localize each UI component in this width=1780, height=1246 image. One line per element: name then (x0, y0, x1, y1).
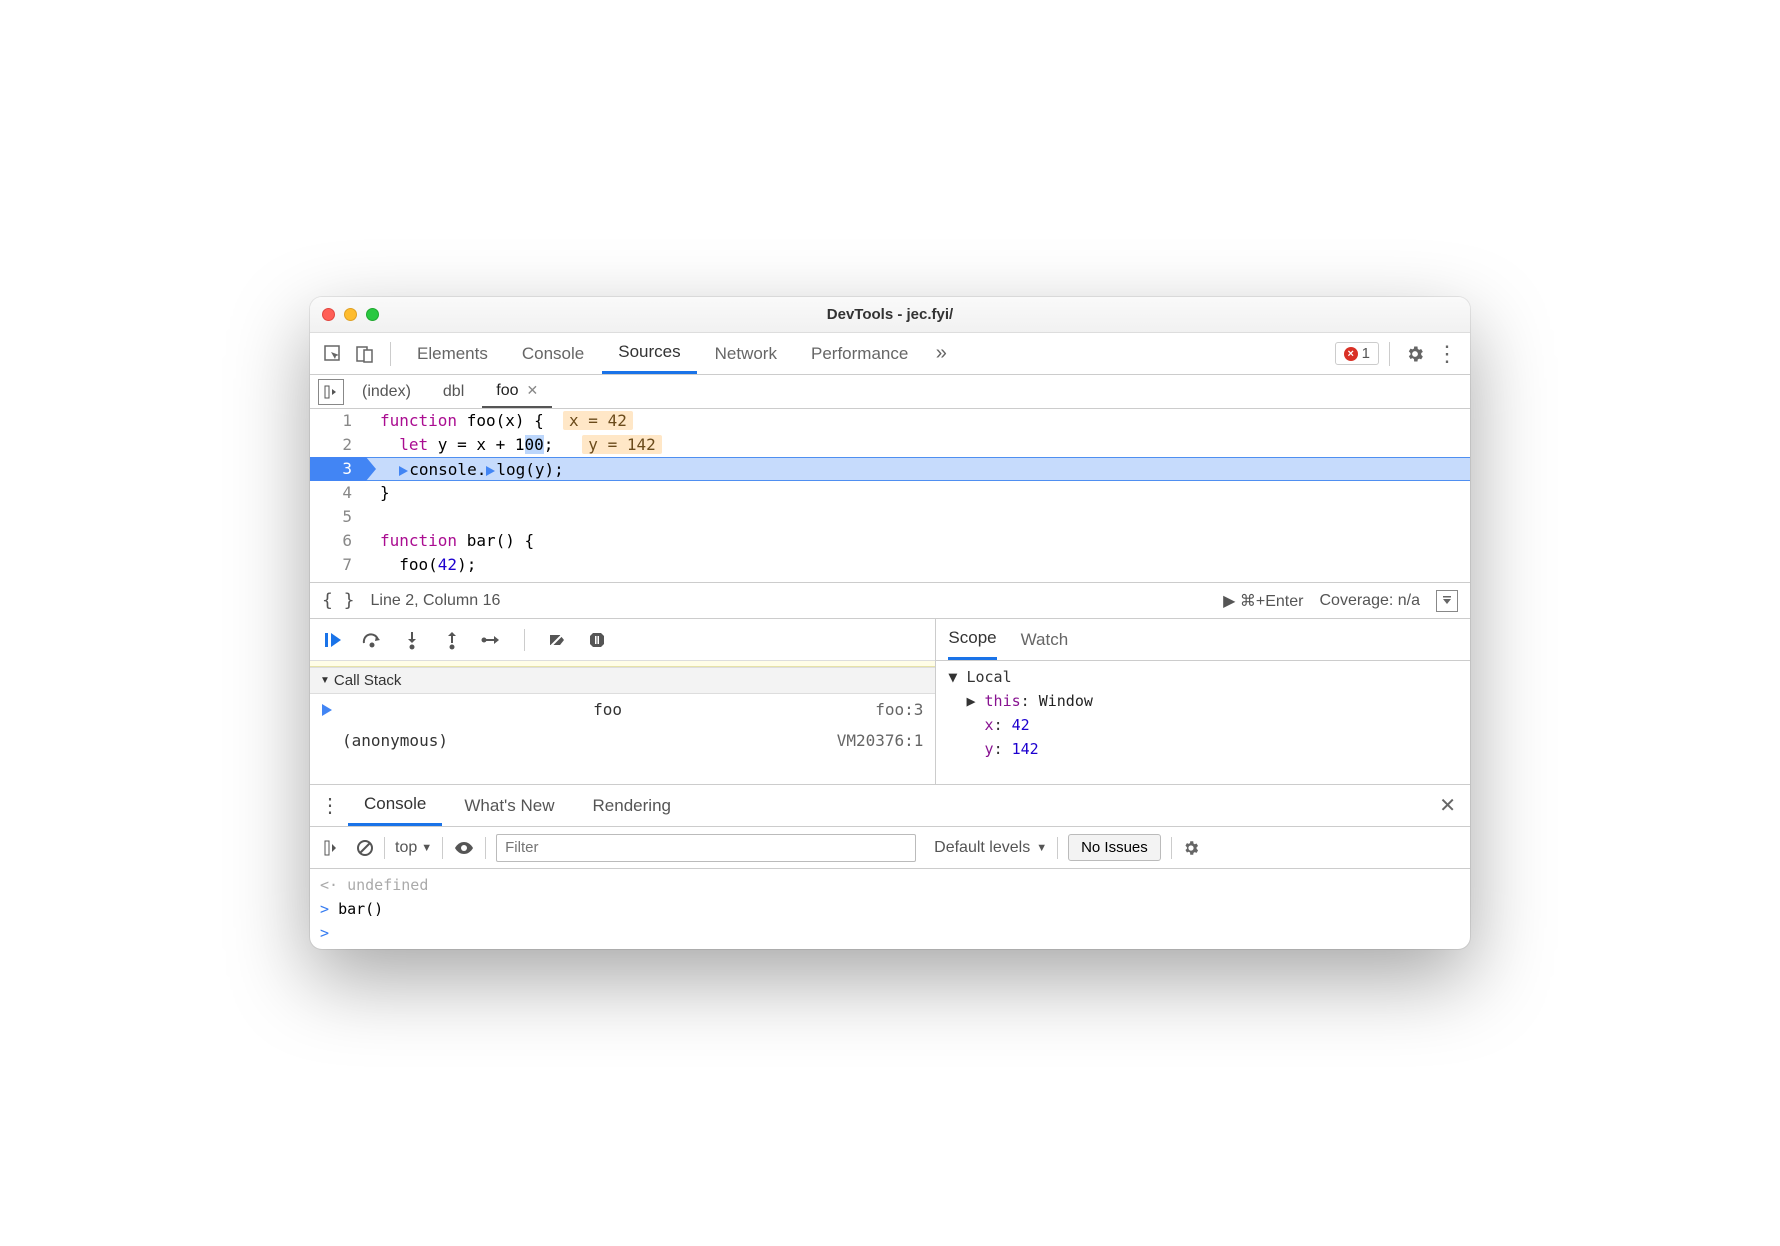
close-file-tab-icon[interactable]: ✕ (527, 382, 539, 399)
pause-on-exceptions-icon[interactable] (585, 628, 609, 652)
error-icon: × (1344, 347, 1358, 361)
line-number[interactable]: 1 (310, 409, 366, 433)
file-tab-index[interactable]: (index) (348, 375, 425, 408)
execution-context-selector[interactable]: top ▼ (395, 839, 432, 857)
tab-elements[interactable]: Elements (401, 333, 504, 374)
main-tabbar: Elements Console Sources Network Perform… (310, 333, 1470, 375)
device-toggle-icon[interactable] (350, 339, 380, 369)
tab-network[interactable]: Network (699, 333, 793, 374)
live-expression-icon[interactable] (453, 840, 475, 856)
tab-scope[interactable]: Scope (948, 619, 996, 660)
console-prompt[interactable]: > (320, 921, 1460, 945)
tab-console[interactable]: Console (506, 333, 600, 374)
step-into-icon[interactable] (400, 628, 424, 652)
step-marker-icon (399, 466, 408, 476)
devtools-window: DevTools - jec.fyi/ Elements Console Sou… (310, 297, 1470, 949)
drawer-tab-whats-new[interactable]: What's New (448, 785, 570, 826)
line-number[interactable]: 6 (310, 529, 366, 553)
inline-value-hint: x = 42 (563, 411, 633, 430)
call-stack-frame[interactable]: (anonymous) VM20376:1 (310, 725, 935, 756)
error-count: 1 (1362, 345, 1370, 362)
step-out-icon[interactable] (440, 628, 464, 652)
window-title: DevTools - jec.fyi/ (310, 306, 1470, 323)
file-tab-foo[interactable]: foo ✕ (482, 375, 552, 408)
file-tabbar: (index) dbl foo ✕ (310, 375, 1470, 409)
scope-watch-tabs: Scope Watch (936, 619, 1470, 661)
scope-variables: ▼ Local ▶ this: Window x: 42 y: 142 (936, 661, 1470, 765)
code-line (366, 505, 1470, 529)
step-marker-icon (486, 466, 495, 476)
tab-sources[interactable]: Sources (602, 333, 696, 374)
code-line-execution: console.log(y); (366, 457, 1470, 481)
step-icon[interactable] (480, 628, 504, 652)
kebab-menu-icon[interactable]: ⋮ (1432, 339, 1462, 369)
titlebar: DevTools - jec.fyi/ (310, 297, 1470, 333)
scope-variable[interactable]: ▶ this: Window (948, 689, 1458, 713)
scope-variable[interactable]: x: 42 (948, 713, 1458, 737)
show-navigator-icon[interactable] (318, 379, 344, 405)
code-line: } (366, 481, 1470, 505)
toggle-console-sidebar-icon[interactable] (320, 835, 346, 861)
call-stack-header[interactable]: ▼ Call Stack (310, 667, 935, 694)
tab-performance[interactable]: Performance (795, 333, 924, 374)
tab-watch[interactable]: Watch (1021, 619, 1069, 660)
code-line: let y = x + 100; y = 142 (366, 433, 1470, 457)
line-number[interactable]: 4 (310, 481, 366, 505)
code-editor[interactable]: 1 function foo(x) { x = 42 2 let y = x +… (310, 409, 1470, 583)
drawer-tabbar: ⋮ Console What's New Rendering ✕ (310, 785, 1470, 827)
close-drawer-icon[interactable]: ✕ (1433, 793, 1462, 818)
resume-icon[interactable] (320, 628, 344, 652)
console-line: <· undefined (320, 873, 1460, 897)
scope-variable[interactable]: y: 142 (948, 737, 1458, 761)
call-stack-frame[interactable]: foo foo:3 (310, 694, 935, 725)
console-output[interactable]: <· undefined > bar() > (310, 869, 1470, 949)
console-line: > bar() (320, 897, 1460, 921)
collapse-icon: ▼ (320, 675, 330, 686)
inline-value-hint: y = 142 (582, 435, 661, 454)
console-filter-input[interactable] (496, 834, 916, 862)
cursor-position: Line 2, Column 16 (371, 592, 501, 610)
coverage-status: Coverage: n/a (1319, 592, 1420, 610)
error-count-badge[interactable]: × 1 (1335, 342, 1379, 365)
log-levels-selector[interactable]: Default levels ▼ (934, 839, 1047, 857)
debugger-toolbar (310, 619, 935, 661)
settings-icon[interactable] (1400, 339, 1430, 369)
step-over-icon[interactable] (360, 628, 384, 652)
console-toolbar: top ▼ Default levels ▼ No Issues (310, 827, 1470, 869)
line-number[interactable]: 7 (310, 553, 366, 577)
run-snippet-button[interactable]: ▶ ⌘+Enter (1223, 591, 1303, 611)
console-settings-icon[interactable] (1182, 839, 1200, 857)
debugger-pane: ▼ Call Stack foo foo:3 (anonymous) VM203… (310, 619, 1470, 785)
issues-button[interactable]: No Issues (1068, 834, 1161, 861)
code-line: function bar() { (366, 529, 1470, 553)
coverage-dropdown-icon[interactable] (1436, 590, 1458, 612)
clear-console-icon[interactable] (356, 839, 374, 857)
editor-statusbar: { } Line 2, Column 16 ▶ ⌘+Enter Coverage… (310, 583, 1470, 619)
deactivate-breakpoints-icon[interactable] (545, 628, 569, 652)
file-tab-dbl[interactable]: dbl (429, 375, 478, 408)
more-tabs-icon[interactable]: » (926, 339, 956, 369)
drawer-menu-icon[interactable]: ⋮ (318, 793, 342, 818)
line-number[interactable]: 5 (310, 505, 366, 529)
inspect-icon[interactable] (318, 339, 348, 369)
breakpoint-line-number[interactable]: 3 (310, 457, 366, 481)
drawer-tab-rendering[interactable]: Rendering (577, 785, 687, 826)
pretty-print-icon[interactable]: { } (322, 590, 355, 611)
drawer-tab-console[interactable]: Console (348, 785, 442, 826)
line-number[interactable]: 2 (310, 433, 366, 457)
scope-group[interactable]: ▼ Local (948, 665, 1458, 689)
code-line: foo(42); (366, 553, 1470, 577)
code-line: function foo(x) { x = 42 (366, 409, 1470, 433)
